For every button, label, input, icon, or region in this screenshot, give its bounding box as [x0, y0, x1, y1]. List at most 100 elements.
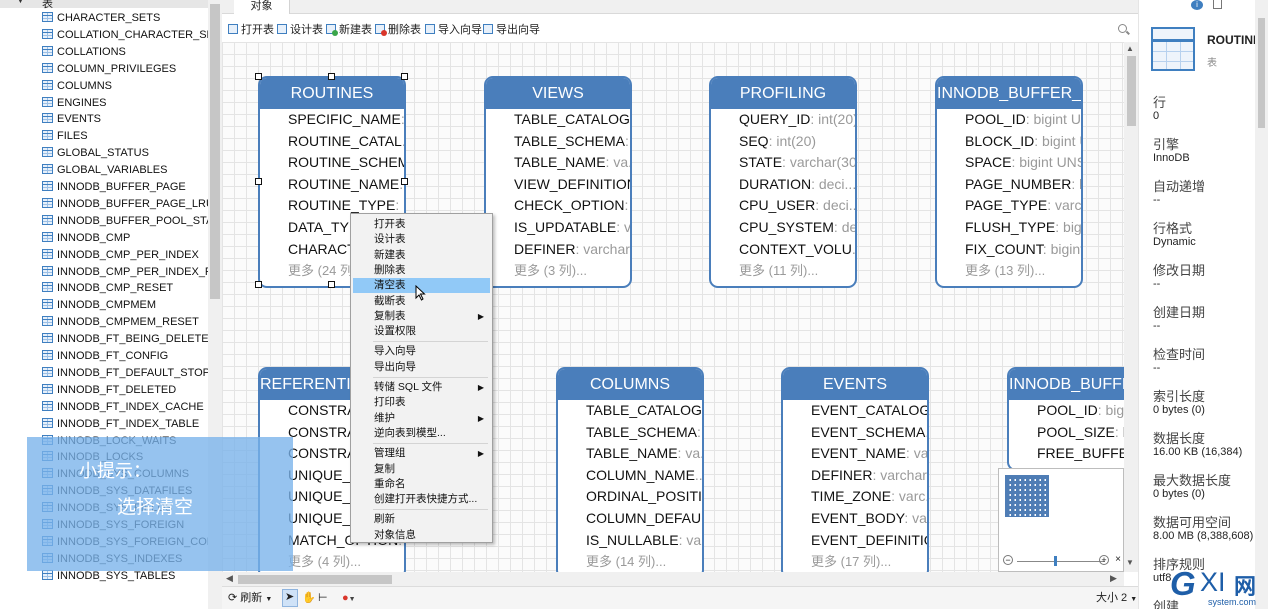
tree-item-table[interactable]: INNODB_FT_DEFAULT_STOPWORD — [42, 365, 212, 382]
tree-item-table[interactable]: GLOBAL_VARIABLES — [42, 162, 212, 179]
zoom-slider[interactable]: − + × — [1003, 554, 1121, 567]
menu-item[interactable]: 导出向导 — [353, 360, 490, 375]
table-icon — [42, 147, 53, 158]
menu-item[interactable]: 重命名 — [353, 477, 490, 492]
menu-item[interactable]: 复制 — [353, 462, 490, 477]
info-scroll-thumb[interactable] — [1258, 18, 1265, 128]
selection-handle[interactable] — [401, 178, 408, 185]
scroll-left-icon[interactable]: ◀ — [226, 573, 233, 584]
tree-item-table[interactable]: COLUMN_PRIVILEGES — [42, 61, 212, 78]
selection-handle[interactable] — [401, 73, 408, 80]
more-columns-link[interactable]: 更多 (17 列)... — [783, 551, 927, 572]
color-palette-icon[interactable]: ●▼ — [342, 591, 356, 607]
tree-item-table[interactable]: ENGINES — [42, 95, 212, 112]
import-wizard-button[interactable]: 导入向导 — [425, 22, 482, 38]
selection-handle[interactable] — [255, 281, 262, 288]
menu-item[interactable]: 刷新 — [353, 512, 490, 527]
entity-card[interactable]: VIEWSTABLE_CATALOG...TABLE_SCHEMA: ...TA… — [484, 76, 632, 288]
menu-item[interactable]: 设置权限 — [353, 324, 490, 339]
tree-item-table[interactable]: INNODB_FT_CONFIG — [42, 348, 212, 365]
tree-item-table[interactable]: INNODB_FT_BEING_DELETED — [42, 331, 212, 348]
zoom-out-icon[interactable]: − — [1003, 555, 1013, 565]
zoom-knob[interactable] — [1054, 556, 1057, 566]
tab-objects[interactable]: 对象 — [234, 0, 290, 14]
menu-item[interactable]: 设计表 — [353, 232, 490, 247]
menu-item[interactable]: 管理组 ▶ — [353, 446, 490, 461]
export-wizard-button[interactable]: 导出向导 — [483, 22, 540, 38]
size-indicator[interactable]: 大小 2 ▼ — [1096, 591, 1137, 607]
tree-item-table[interactable]: INNODB_CMP_RESET — [42, 280, 212, 297]
tree-item-table[interactable]: INNODB_FT_INDEX_CACHE — [42, 399, 212, 416]
selection-handle[interactable] — [328, 73, 335, 80]
tree-item-table[interactable]: INNODB_CMP — [42, 230, 212, 247]
scroll-up-icon[interactable]: ▲ — [1126, 44, 1134, 53]
tree-item-table[interactable]: INNODB_FT_INDEX_TABLE — [42, 416, 212, 433]
tree-item-table[interactable]: INNODB_FT_DELETED — [42, 382, 212, 399]
more-columns-link[interactable]: 更多 (13 列)... — [937, 260, 1081, 282]
canvas-hscroll-thumb[interactable] — [238, 575, 392, 584]
menu-item[interactable]: 逆向表到模型... — [353, 426, 490, 441]
menu-item[interactable]: 导入向导 — [353, 344, 490, 359]
hand-tool-icon[interactable]: ✋ — [302, 591, 316, 605]
more-columns-link[interactable]: 更多 (3 列)... — [486, 260, 630, 282]
tree-root-tables[interactable]: ▼ 表 — [0, 0, 208, 10]
info-panel-scrollbar[interactable] — [1255, 0, 1268, 609]
menu-item[interactable]: 新建表 — [353, 248, 490, 263]
tree-item-table[interactable]: INNODB_CMPMEM — [42, 297, 212, 314]
search-icon[interactable] — [1118, 24, 1127, 33]
tree-item-table[interactable]: CHARACTER_SETS — [42, 10, 212, 27]
menu-item[interactable]: 维护 ▶ — [353, 411, 490, 426]
menu-item[interactable]: 创建打开表快捷方式... — [353, 492, 490, 507]
entity-card[interactable]: INNODB_BUFFER_POOL_STATSPOOL_ID: bigiPOO… — [1007, 367, 1124, 471]
info-icon[interactable]: i — [1191, 0, 1203, 10]
connector-tool-icon[interactable]: ⊢ — [318, 591, 328, 605]
tree-item-table[interactable]: EVENTS — [42, 111, 212, 128]
document-icon[interactable] — [1213, 0, 1222, 9]
close-icon[interactable]: × — [1115, 554, 1121, 565]
entity-card[interactable]: PROFILING QUERY_ID: int(20) SEQ: int(20) ST… — [709, 76, 857, 288]
menu-item[interactable]: 打开表 — [353, 217, 490, 232]
tree-item-table[interactable]: INNODB_BUFFER_POOL_STATS — [42, 213, 212, 230]
canvas-vertical-scrollbar[interactable]: ▲ ▼ — [1124, 42, 1138, 572]
scroll-down-icon[interactable]: ▼ — [1126, 558, 1134, 567]
tree-item-table[interactable]: COLLATIONS — [42, 44, 212, 61]
tree-item-table[interactable]: INNODB_CMPMEM_RESET — [42, 314, 212, 331]
tree-item-table[interactable]: FILES — [42, 128, 212, 145]
chevron-down-icon[interactable]: ▼ — [16, 0, 25, 5]
more-columns-link[interactable]: 更多 (11 列)... — [711, 260, 855, 282]
tree-item-table[interactable]: INNODB_BUFFER_PAGE — [42, 179, 212, 196]
canvas-vscroll-thumb[interactable] — [1127, 56, 1136, 126]
tree-item-table[interactable]: GLOBAL_STATUS — [42, 145, 212, 162]
entity-card[interactable]: COLUMNSTABLE_CATALOG...TABLE_SCHEMA: ...… — [556, 367, 704, 572]
menu-item[interactable]: 对象信息 — [353, 528, 490, 543]
field-name: SEQ — [739, 132, 769, 149]
canvas-horizontal-scrollbar[interactable]: ◀ ▶ — [222, 572, 1124, 586]
selection-handle[interactable] — [328, 281, 335, 288]
menu-item[interactable]: 删除表 — [353, 263, 490, 278]
zoom-in-icon[interactable]: + — [1099, 555, 1109, 565]
entity-card[interactable]: INNODB_BUFFER_PAGEPOOL_ID: bigint UNSIG.… — [935, 76, 1083, 288]
entity-card[interactable]: EVENTSEVENT_CATALOG...EVENT_SCHEMA...EVE… — [781, 367, 929, 572]
tree-item-table[interactable]: INNODB_BUFFER_PAGE_LRU — [42, 196, 212, 213]
more-columns-link[interactable]: 更多 (14 列)... — [558, 551, 702, 572]
tree-item-table[interactable]: INNODB_CMP_PER_INDEX — [42, 247, 212, 264]
tree-item-table[interactable]: COLLATION_CHARACTER_SET_APPLICABILITY — [42, 27, 212, 44]
selection-handle[interactable] — [255, 178, 262, 185]
tree-item-table[interactable]: COLUMNS — [42, 78, 212, 95]
open-table-button[interactable]: 打开表 — [228, 22, 274, 38]
scroll-right-icon[interactable]: ▶ — [1110, 573, 1117, 584]
design-table-button[interactable]: 设计表 — [277, 22, 323, 38]
field-name: ROUTINE_CATAL — [288, 132, 402, 149]
delete-table-button[interactable]: 删除表 — [375, 22, 421, 38]
new-table-button[interactable]: 新建表 — [326, 22, 372, 38]
refresh-button[interactable]: ⟳ 刷新 ▼ — [228, 591, 272, 607]
entity-field: POOL_ID: bigi — [1009, 400, 1124, 422]
minimap[interactable]: − + × — [998, 468, 1124, 572]
menu-item[interactable]: 转储 SQL 文件 ▶ — [353, 380, 490, 395]
tree-item-table[interactable]: INNODB_CMP_PER_INDEX_RESET — [42, 264, 212, 281]
property-value: InnoDB — [1153, 152, 1190, 164]
menu-item[interactable]: 打印表 — [353, 395, 490, 410]
tree-scroll-thumb[interactable] — [210, 4, 220, 299]
selection-handle[interactable] — [255, 73, 262, 80]
menu-item[interactable]: 复制表 ▶ — [353, 309, 490, 324]
